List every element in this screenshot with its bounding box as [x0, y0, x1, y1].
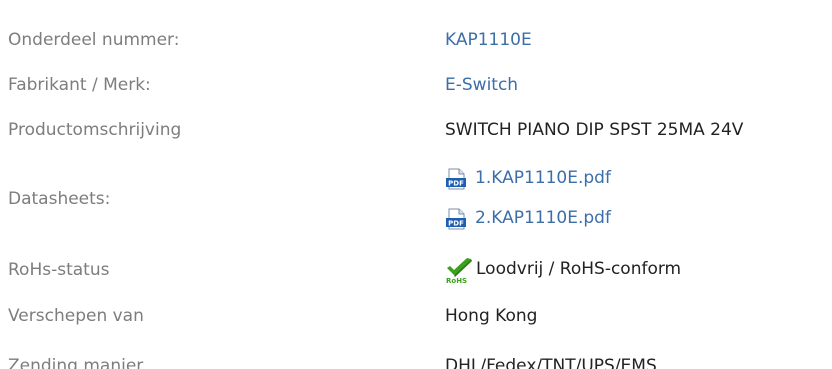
shipping-method-label: Zending manier [8, 356, 144, 369]
datasheets-label: Datasheets: [8, 189, 111, 209]
part-number-link[interactable]: KAP1110E [445, 30, 532, 50]
svg-text:RoHS: RoHS [446, 277, 467, 284]
shipping-method-value: DHL/Fedex/TNT/UPS/EMS [445, 356, 657, 369]
description-value: SWITCH PIANO DIP SPST 25MA 24V [445, 120, 744, 140]
description-label: Productomschrijving [8, 120, 182, 140]
datasheet-item[interactable]: PDF 1.KAP1110E.pdf [445, 167, 611, 190]
rohs-status-text: Loodvrij / RoHS-conform [476, 259, 682, 279]
manufacturer-link[interactable]: E-Switch [445, 75, 518, 95]
svg-text:PDF: PDF [448, 220, 464, 228]
ships-from-value: Hong Kong [445, 306, 538, 326]
rohs-value: RoHS Loodvrij / RoHS-conform [445, 256, 682, 285]
pdf-icon: PDF [445, 168, 467, 190]
ships-from-label: Verschepen van [8, 306, 144, 326]
product-spec-table: Onderdeel nummer: KAP1110E Fabrikant / M… [0, 0, 832, 369]
datasheet-item[interactable]: PDF 2.KAP1110E.pdf [445, 207, 611, 230]
pdf-icon: PDF [445, 208, 467, 230]
svg-text:PDF: PDF [448, 180, 464, 188]
manufacturer-label: Fabrikant / Merk: [8, 75, 151, 95]
datasheet-link-1[interactable]: 1.KAP1110E.pdf [475, 168, 611, 188]
datasheet-link-2[interactable]: 2.KAP1110E.pdf [475, 208, 611, 228]
rohs-check-icon: RoHS [445, 258, 474, 285]
rohs-label: RoHs-status [8, 260, 110, 280]
part-number-label: Onderdeel nummer: [8, 30, 180, 50]
